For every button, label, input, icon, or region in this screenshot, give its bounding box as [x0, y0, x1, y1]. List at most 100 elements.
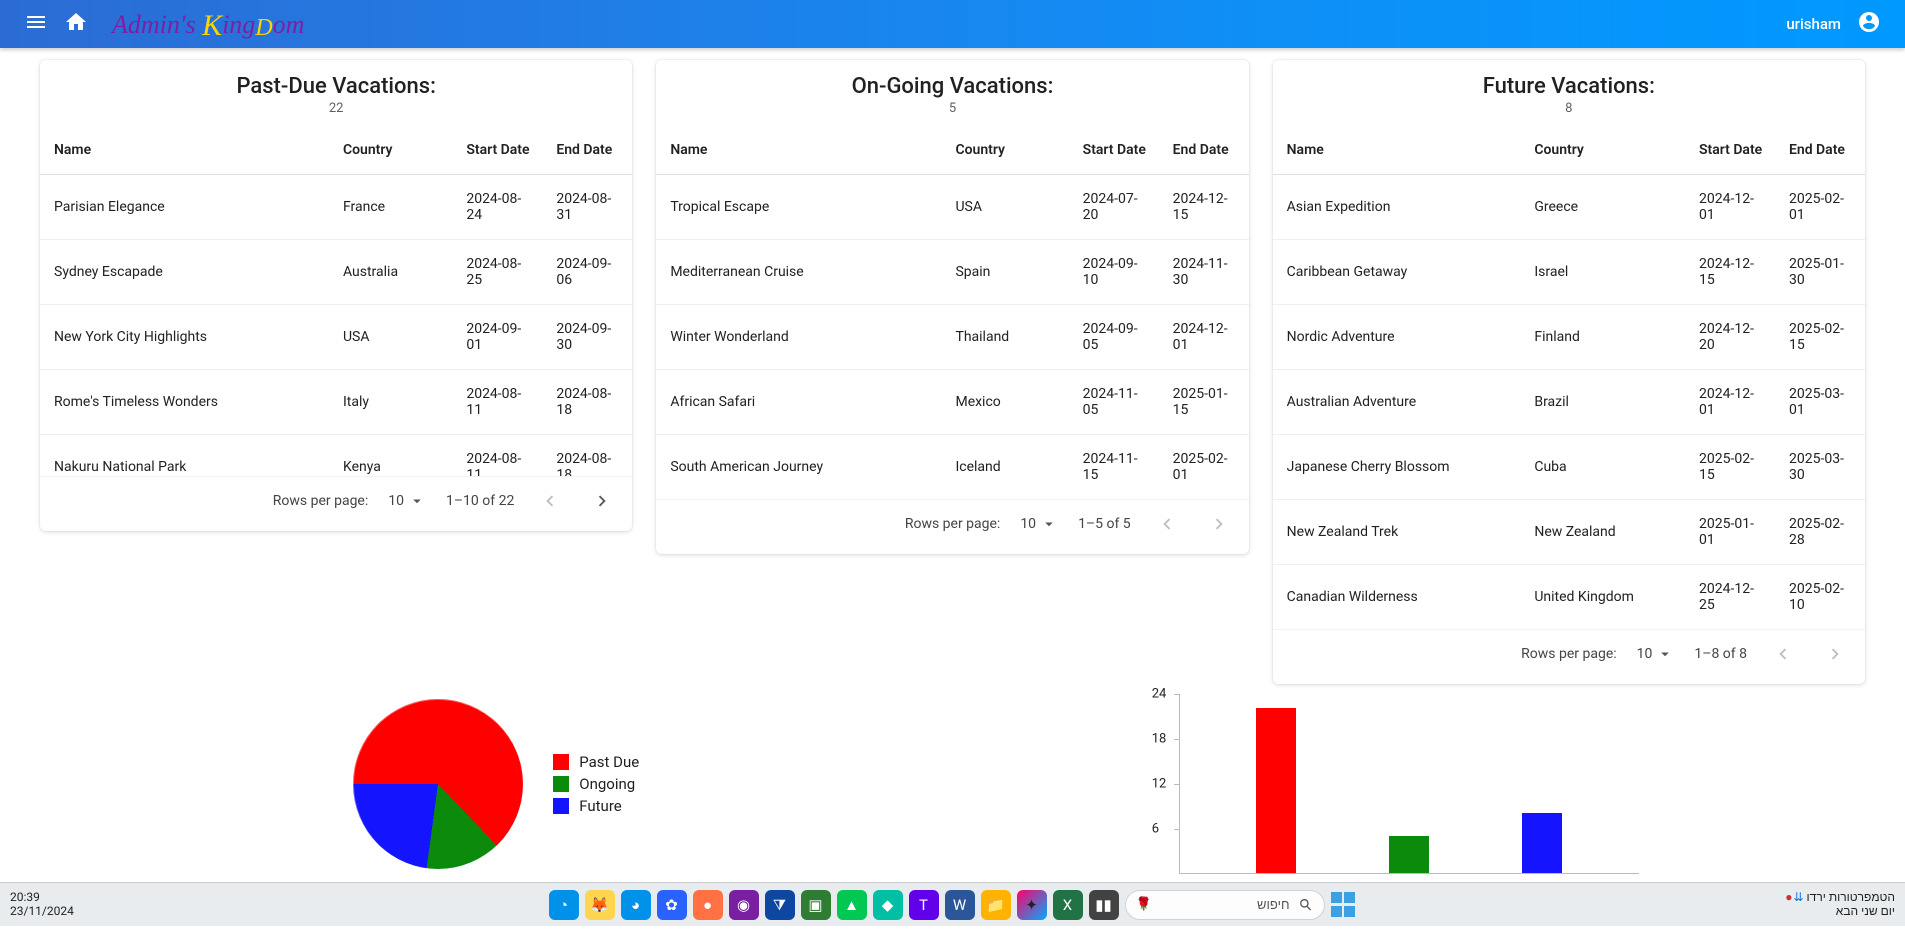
- table-row[interactable]: Mediterranean CruiseSpain2024-09-102024-…: [656, 240, 1248, 305]
- prev-page-button: [1151, 508, 1183, 540]
- chevron-left-icon: [539, 490, 561, 512]
- taskbar-app-icon[interactable]: ◆: [873, 890, 903, 920]
- taskbar-app-icon[interactable]: ▣: [801, 890, 831, 920]
- username-label: urisham: [1786, 15, 1841, 33]
- chevron-right-icon: [591, 490, 613, 512]
- card-count: 5: [664, 101, 1240, 116]
- start-button[interactable]: [1331, 892, 1357, 918]
- table-row[interactable]: African SafariMexico2024-11-052025-01-15: [656, 370, 1248, 435]
- legend-label: Past Due: [579, 753, 639, 771]
- prev-page-button: [1767, 638, 1799, 670]
- taskbar-app-icon[interactable]: ⧩: [765, 890, 795, 920]
- table-row[interactable]: Asian ExpeditionGreece2024-12-012025-02-…: [1273, 175, 1865, 240]
- table-paginator: Rows per page:101–5 of 5: [656, 499, 1248, 554]
- future-card: Future Vacations: 8 NameCountryStart DateE…: [1273, 60, 1865, 684]
- table-row[interactable]: New York City HighlightsUSA2024-09-01202…: [40, 305, 632, 370]
- column-header[interactable]: Name: [40, 126, 329, 175]
- taskbar-app-icon[interactable]: ●: [693, 890, 723, 920]
- app-bar: Admin's KingDom urisham: [0, 0, 1905, 48]
- rows-per-page-label: Rows per page:: [1521, 646, 1616, 662]
- taskbar-app-icon[interactable]: 🦊: [585, 890, 615, 920]
- column-header[interactable]: Start Date: [1069, 126, 1159, 175]
- rows-per-page-select[interactable]: 10: [388, 492, 426, 510]
- bar-chart: 6121824: [1179, 694, 1639, 874]
- table-row[interactable]: Parisian EleganceFrance2024-08-242024-08…: [40, 175, 632, 240]
- taskbar-app-icon[interactable]: ✦: [1017, 890, 1047, 920]
- next-page-button: [1819, 638, 1851, 670]
- legend-label: Future: [579, 797, 621, 815]
- column-header[interactable]: Name: [656, 126, 941, 175]
- bar-chart-canvas: 6121824: [1179, 694, 1639, 874]
- table-row[interactable]: Caribbean GetawayIsrael2024-12-152025-01…: [1273, 240, 1865, 305]
- vacation-table: NameCountryStart DateEnd DateParisian El…: [40, 126, 632, 476]
- card-count: 22: [48, 101, 624, 116]
- taskbar-app-icon[interactable]: X: [1053, 890, 1083, 920]
- taskbar-app-icon[interactable]: ◔: [549, 890, 579, 920]
- prev-page-button: [534, 485, 566, 517]
- search-icon: [1298, 897, 1314, 913]
- ongoing-card: On-Going Vacations:5NameCountryStart Dat…: [656, 60, 1248, 554]
- next-page-button[interactable]: [586, 485, 618, 517]
- vacation-table: NameCountryStart DateEnd DateAsian Exped…: [1273, 126, 1865, 629]
- column-header[interactable]: Start Date: [452, 126, 542, 175]
- vacation-table: NameCountryStart DateEnd DateTropical Es…: [656, 126, 1248, 499]
- pie-chart: Past Due Ongoing Future: [353, 694, 639, 874]
- table-row[interactable]: Australian AdventureBrazil2024-12-012025…: [1273, 370, 1865, 435]
- table-row[interactable]: Canadian WildernessUnited Kingdom2024-12…: [1273, 565, 1865, 630]
- rows-per-page-label: Rows per page:: [273, 493, 368, 509]
- legend-swatch: [553, 776, 569, 792]
- taskbar-app-icon[interactable]: ◉: [729, 890, 759, 920]
- legend-swatch: [553, 798, 569, 814]
- taskbar-app-icon[interactable]: W: [945, 890, 975, 920]
- column-header[interactable]: End Date: [1159, 126, 1249, 175]
- table-row[interactable]: South American JourneyIceland2024-11-152…: [656, 435, 1248, 500]
- past_due-card: Past-Due Vacations:22NameCountryStart Da…: [40, 60, 632, 531]
- pie-legend: Past Due Ongoing Future: [553, 749, 639, 819]
- taskbar-app-icon[interactable]: ▮▮: [1089, 890, 1119, 920]
- table-paginator: Rows per page:101–8 of 8: [1273, 629, 1865, 684]
- table-row[interactable]: Nordic AdventureFinland2024-12-202025-02…: [1273, 305, 1865, 370]
- os-taskbar: 20:39 23/11/2024 ◔ 🦊 ◕ ✿ ● ◉ ⧩ ▣ ▲ ◆ T W…: [0, 882, 1905, 926]
- column-header[interactable]: End Date: [1775, 126, 1865, 175]
- column-header[interactable]: Start Date: [1685, 126, 1775, 175]
- menu-icon: [24, 10, 48, 38]
- legend-swatch: [553, 754, 569, 770]
- column-header[interactable]: Country: [1520, 126, 1685, 175]
- y-axis-tick: 18: [1152, 732, 1167, 747]
- account-button[interactable]: [1849, 4, 1889, 44]
- rows-per-page-select[interactable]: 10: [1020, 515, 1058, 533]
- taskbar-clock[interactable]: 20:39 23/11/2024: [10, 891, 74, 919]
- taskbar-app-icon[interactable]: 📁: [981, 890, 1011, 920]
- taskbar-app-icon[interactable]: ▲: [837, 890, 867, 920]
- menu-button[interactable]: [16, 4, 56, 44]
- table-row[interactable]: Sydney EscapadeAustralia2024-08-252024-0…: [40, 240, 632, 305]
- home-button[interactable]: [56, 4, 96, 44]
- table-row[interactable]: Nakuru National ParkKenya2024-08-112024-…: [40, 435, 632, 477]
- y-axis-tick: 24: [1152, 687, 1167, 702]
- account-circle-icon: [1857, 10, 1881, 38]
- column-header[interactable]: Country: [941, 126, 1068, 175]
- column-header[interactable]: End Date: [542, 126, 632, 175]
- table-row[interactable]: Tropical EscapeUSA2024-07-202024-12-15: [656, 175, 1248, 240]
- card-count: 8: [1281, 101, 1857, 116]
- taskbar-app-icon[interactable]: T: [909, 890, 939, 920]
- table-row[interactable]: Japanese Cherry BlossomCuba2025-02-15202…: [1273, 435, 1865, 500]
- legend-item: Ongoing: [553, 775, 639, 793]
- legend-item: Future: [553, 797, 639, 815]
- rows-per-page-select[interactable]: 10: [1637, 645, 1675, 663]
- column-header[interactable]: Country: [329, 126, 452, 175]
- taskbar-center: ◔ 🦊 ◕ ✿ ● ◉ ⧩ ▣ ▲ ◆ T W 📁 ✦ X ▮▮ 🌹 חיפוש: [549, 890, 1357, 920]
- table-row[interactable]: Rome's Timeless WondersItaly2024-08-1120…: [40, 370, 632, 435]
- taskbar-weather[interactable]: הטמפרטורות ירדו ⇊ ● יום שני הבא: [1783, 891, 1895, 919]
- legend-label: Ongoing: [579, 775, 635, 793]
- table-row[interactable]: Winter WonderlandThailand2024-09-052024-…: [656, 305, 1248, 370]
- taskbar-app-icon[interactable]: ◕: [621, 890, 651, 920]
- column-header[interactable]: Name: [1273, 126, 1521, 175]
- taskbar-search[interactable]: 🌹 חיפוש: [1125, 890, 1325, 920]
- taskbar-app-icon[interactable]: ✿: [657, 890, 687, 920]
- table-row[interactable]: New Zealand TrekNew Zealand2025-01-01202…: [1273, 500, 1865, 565]
- chevron-right-icon: [1824, 643, 1846, 665]
- card-title: Future Vacations:: [1281, 74, 1857, 99]
- bar-future: [1522, 813, 1562, 873]
- next-page-button: [1203, 508, 1235, 540]
